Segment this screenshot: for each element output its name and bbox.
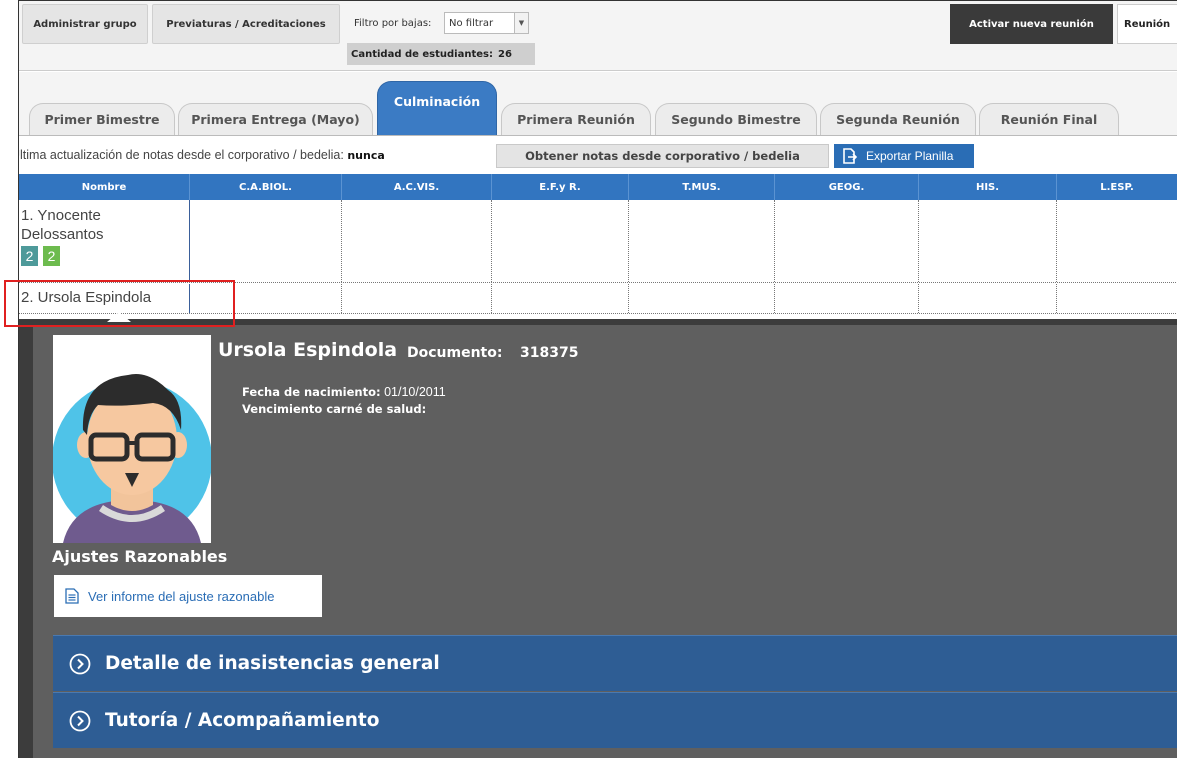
previaturas-button[interactable]: Previaturas / Acreditaciones (152, 4, 340, 44)
export-icon (843, 148, 858, 164)
activate-meeting-button[interactable]: Activar nueva reunión (950, 4, 1113, 44)
last-update-text: Última actualización de notas desde el c… (18, 148, 385, 162)
grade-cell[interactable] (629, 200, 775, 282)
birth-label: Fecha de nacimiento: (242, 385, 381, 399)
app-frame: Administrar grupo Previaturas / Acredita… (18, 0, 1177, 758)
ajustes-title: Ajustes Razonables (52, 547, 228, 566)
document-value: 318375 (520, 345, 579, 361)
tab-segundo-bimestre[interactable]: Segundo Bimestre (655, 103, 817, 135)
col-cabiol[interactable]: C.A.BIOL. (190, 174, 342, 200)
chevron-circle-icon (69, 710, 91, 731)
health-card: Vencimiento carné de salud: (242, 402, 426, 416)
avatar (53, 335, 211, 543)
status-badge: 2 (21, 246, 38, 266)
export-button[interactable]: Exportar Planilla (834, 144, 974, 168)
chevron-circle-icon (69, 653, 91, 674)
section-inasistencias[interactable]: Detalle de inasistencias general (53, 635, 1177, 691)
student-detail-panel: Ursola Espindola Documento: 318375 Fecha… (19, 319, 1177, 758)
tab-primera-reunion[interactable]: Primera Reunión (501, 103, 651, 135)
document-icon (65, 588, 79, 604)
student-name-line2: Delossantos (21, 226, 104, 243)
student-name-cell[interactable]: 1. Ynocente Delossantos 22 (19, 200, 190, 282)
col-tmus[interactable]: T.MUS. (629, 174, 775, 200)
grade-cell[interactable] (1057, 284, 1177, 313)
grade-cell[interactable] (629, 284, 775, 313)
grade-cell[interactable] (342, 284, 492, 313)
filter-label: Filtro por bajas: (354, 18, 432, 29)
col-nombre[interactable]: Nombre (19, 174, 190, 200)
last-update-value: nunca (347, 149, 385, 162)
filter-select[interactable]: No filtrar ▼ (444, 12, 529, 34)
col-lesp[interactable]: L.ESP. (1057, 174, 1177, 200)
birth-date: Fecha de nacimiento: 01/10/2011 (242, 385, 446, 399)
student-count-value: 26 (497, 48, 512, 60)
section-inasistencias-label: Detalle de inasistencias general (105, 653, 440, 674)
grade-cell[interactable] (775, 284, 919, 313)
avatar-illustration (53, 335, 211, 543)
grade-cell[interactable] (919, 200, 1057, 282)
section-tutoria[interactable]: Tutoría / Acompañamiento (53, 692, 1177, 748)
top-toolbar: Administrar grupo Previaturas / Acredita… (19, 1, 1177, 71)
grade-cell[interactable] (492, 200, 629, 282)
grade-cell[interactable] (775, 200, 919, 282)
col-his[interactable]: HIS. (919, 174, 1057, 200)
col-acvis[interactable]: A.C.VIS. (342, 174, 492, 200)
tab-reunion-final[interactable]: Reunión Final (979, 103, 1119, 135)
tab-segunda-reunion[interactable]: Segunda Reunión (820, 103, 976, 135)
last-update-label: Última actualización de notas desde el c… (18, 148, 344, 162)
view-report-label: Ver informe del ajuste razonable (88, 588, 275, 604)
table-row: 1. Ynocente Delossantos 22 (19, 200, 1177, 283)
health-label: Vencimiento carné de salud: (242, 402, 427, 416)
filter-select-value: No filtrar (449, 17, 494, 29)
export-label: Exportar Planilla (866, 149, 954, 163)
grade-cell[interactable] (190, 200, 342, 282)
col-efyr[interactable]: E.F.y R. (492, 174, 629, 200)
view-report-link[interactable]: Ver informe del ajuste razonable (54, 575, 322, 617)
fetch-grades-button[interactable]: Obtener notas desde corporativo / bedeli… (496, 144, 829, 168)
meeting-button[interactable]: Reunión (1117, 4, 1177, 44)
student-count-label: Cantidad de estudiantes: (351, 48, 493, 60)
grade-cell[interactable] (342, 200, 492, 282)
student-name-line1: 1. Ynocente (21, 207, 101, 224)
tab-primera-entrega[interactable]: Primera Entrega (Mayo) (178, 103, 373, 135)
status-badge: 2 (43, 246, 60, 266)
info-row: Última actualización de notas desde el c… (19, 139, 1177, 173)
grade-cell[interactable] (919, 284, 1057, 313)
selection-highlight (4, 280, 235, 327)
chevron-down-icon: ▼ (514, 13, 528, 33)
grades-table-header: Nombre C.A.BIOL. A.C.VIS. E.F.y R. T.MUS… (19, 174, 1177, 200)
grade-cell[interactable] (1057, 200, 1177, 282)
tab-culminacion[interactable]: Culminación (377, 81, 497, 135)
section-tutoria-label: Tutoría / Acompañamiento (105, 710, 380, 731)
student-name-heading: Ursola Espindola (218, 339, 398, 361)
admin-group-button[interactable]: Administrar grupo (22, 4, 148, 44)
birth-value: 01/10/2011 (384, 385, 446, 399)
tab-primer-bimestre[interactable]: Primer Bimestre (29, 103, 175, 135)
document-label: Documento: (407, 345, 503, 361)
student-count: Cantidad de estudiantes: 26 (347, 43, 535, 65)
grade-cell[interactable] (492, 284, 629, 313)
period-tabs: Primer Bimestre Primera Entrega (Mayo) C… (19, 72, 1177, 136)
col-geog[interactable]: GEOG. (775, 174, 919, 200)
